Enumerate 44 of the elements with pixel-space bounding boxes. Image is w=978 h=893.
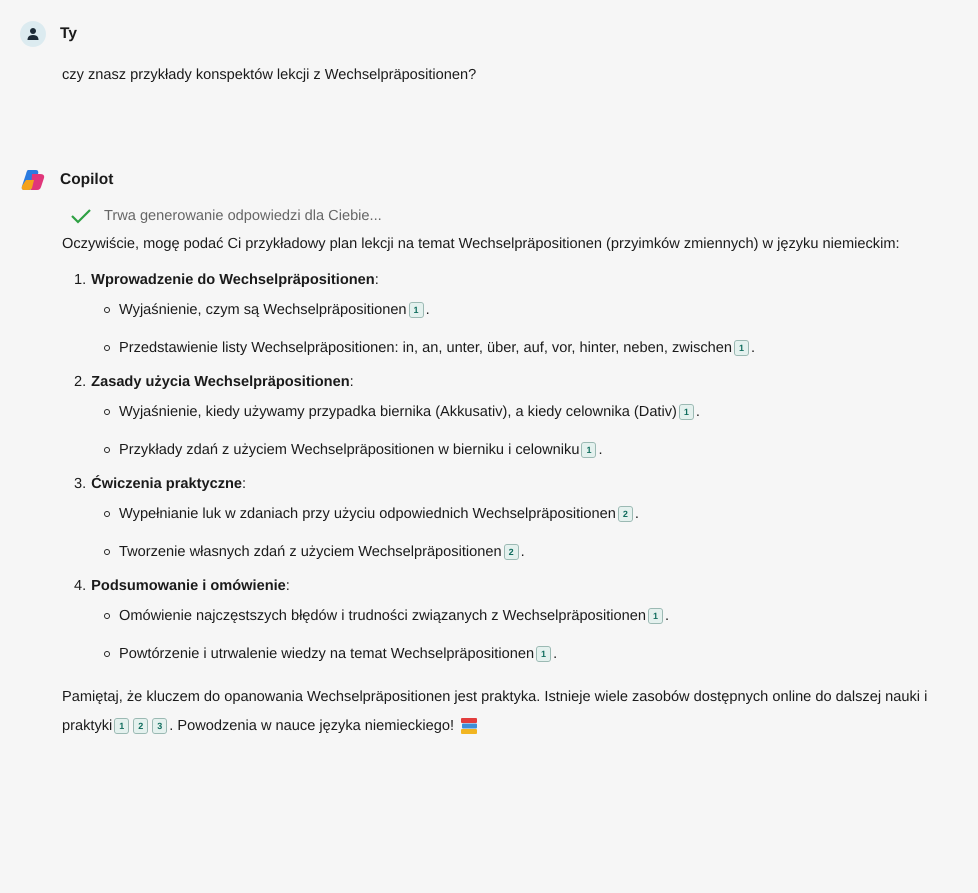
copilot-logo-icon [20, 168, 46, 192]
section-heading: Wprowadzenie do Wechselpräpositionen: [91, 271, 379, 290]
bullet-icon [104, 549, 110, 555]
author-name: Copilot [60, 171, 114, 189]
list-item-text: Wyjaśnienie, kiedy używamy przypadka biernika (Akkusativ), a kiedy celownika (Dativ) 1 . [119, 403, 700, 422]
bullet-icon [104, 447, 110, 453]
citation-link[interactable]: 2 [504, 544, 519, 560]
citation-link[interactable]: 1 [678, 404, 694, 420]
list-item-text: Tworzenie własnych zdań z użyciem Wechselpräpositionen 2 . [119, 543, 525, 562]
list-item-text: Omówienie najczęstszych błędów i trudności związanych z Wechselpräpositionen 1 . [119, 607, 670, 626]
bullet-icon [104, 409, 110, 415]
list-item-text: Powtórzenie i utrwalenie wiedzy na temat Wechselpräpositionen 1 . [119, 645, 558, 664]
citation-link[interactable]: 3 [152, 718, 168, 734]
section-heading: Podsumowanie i omówienie: [91, 577, 290, 596]
bullet-icon [104, 511, 110, 517]
bullet-icon [104, 613, 110, 619]
citation-link[interactable]: 2 [133, 718, 148, 734]
status-text: Trwa generowanie odpowiedzi dla Ciebie... [104, 208, 382, 224]
list-item-text: Wypełnianie luk w zdaniach przy użyciu odpowiednich Wechselpräpositionen 2 . [119, 505, 639, 524]
user-message: czy znasz przykłady konspektów lekcji z Wechselpräpositionen? [62, 66, 478, 85]
list-number: 2. [74, 373, 86, 392]
list-number: 1. [74, 271, 86, 290]
list-item-text: Wyjaśnienie, czym są Wechselpräpositionen 1 . [119, 301, 430, 320]
author-name: Ty [60, 25, 77, 43]
list-item-text: Przykłady zdań z użyciem Wechselpräpositionen w bierniku i celowniku 1 . [119, 441, 603, 460]
section-heading: Zasady użycia Wechselpräpositionen: [91, 373, 354, 392]
bullet-icon [104, 345, 110, 351]
books-icon [460, 717, 478, 736]
citation-link[interactable]: 1 [581, 442, 596, 458]
list-number: 4. [74, 577, 86, 596]
list-item-text: Przedstawienie listy Wechselpräpositionen: in, an, unter, über, auf, vor, hinter, neben, zwischen 1 . [119, 339, 756, 358]
bullet-icon [104, 651, 110, 657]
citation-link[interactable]: 2 [618, 506, 633, 522]
answer-paragraph: Oczywiście, mogę podać Ci przykładowy plan lekcji na temat Wechselpräpositionen (przyimków zmiennych) w języku niemieckim: [62, 235, 901, 254]
citation-link[interactable]: 1 [536, 646, 552, 662]
section-heading: Ćwiczenia praktyczne: [91, 474, 246, 494]
citation-link[interactable]: 1 [114, 718, 130, 734]
user-avatar [20, 21, 46, 47]
answer-paragraph: Pamiętaj, że kluczem do opanowania Wechselpräpositionen jest praktyka. Istnieje wiele zasobów dostępnych online do dalszej nauki i praktyki 1 2 3 . Powodzenia w nauce języka niemieckiego! [62, 688, 928, 738]
bullet-icon [104, 307, 110, 313]
citation-link[interactable]: 1 [648, 608, 663, 624]
citation-link[interactable]: 1 [408, 302, 424, 318]
citation-link[interactable]: 1 [734, 340, 750, 356]
list-number: 3. [74, 475, 86, 494]
